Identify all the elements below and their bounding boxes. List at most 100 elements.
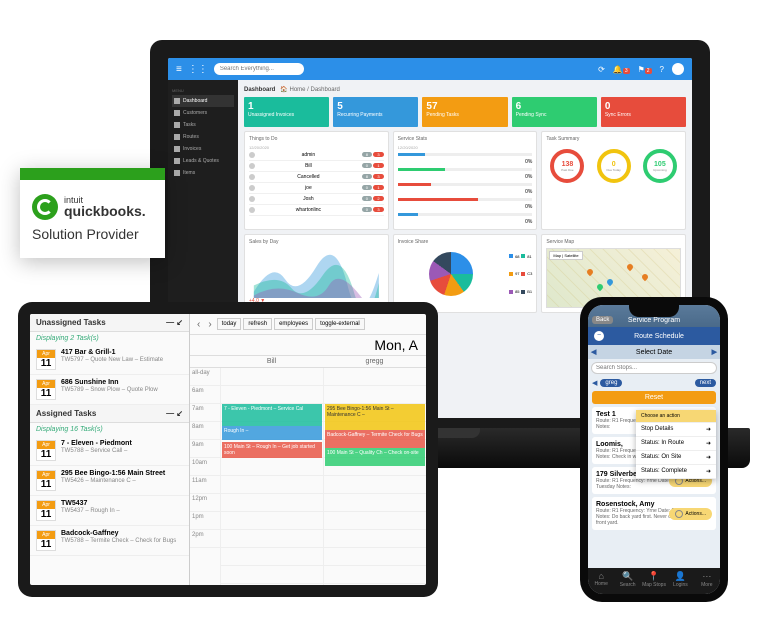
route-icon — [174, 134, 180, 140]
panel-title: Service Stats — [398, 136, 533, 142]
task-item[interactable]: Apr11295 Bee Bingo-1:56 Main StreetTW542… — [30, 466, 189, 496]
menu-item-onsite[interactable]: Status: On Site➜ — [636, 451, 716, 465]
back-button[interactable]: Back — [592, 316, 613, 324]
next-icon[interactable]: › — [205, 319, 214, 330]
mobile-nav: ⌂Home 🔍Search 📍Map Stops 👤Logins ⋯More — [588, 568, 720, 594]
menu-item-inroute[interactable]: Status: In Route➜ — [636, 437, 716, 451]
event[interactable]: 295 Bee Bingo-1:56 Main St – Maintenance… — [325, 404, 425, 430]
next-date-icon[interactable]: ▶ — [712, 348, 717, 356]
grid-icon[interactable]: ⋮⋮ — [188, 64, 208, 75]
ring-past-due[interactable]: 138Past Due — [550, 149, 584, 183]
next-chip[interactable]: next — [695, 379, 716, 387]
kpi-unassigned[interactable]: 1Unassigned Invoices — [244, 97, 329, 127]
chip-prev-icon[interactable]: ◀ — [592, 379, 597, 387]
calendar-screen: Unassigned Tasks— ↙ Displaying 2 Task(s)… — [30, 314, 426, 585]
nav-map[interactable]: 📍Map Stops — [641, 568, 667, 594]
event[interactable]: Rough In – — [222, 426, 322, 440]
mobile-screen: Back Service Program − Route Schedule ◀ … — [588, 305, 720, 594]
menu-icon[interactable]: ≡ — [176, 64, 182, 75]
sync-icon[interactable]: ⟳ — [598, 65, 605, 74]
panel-stats: Service Stats 12/20/2020 0% 0% 0% 0% 0% — [393, 131, 538, 230]
phone-frame: Back Service Program − Route Schedule ◀ … — [580, 297, 728, 602]
nav-search[interactable]: 🔍Search — [614, 568, 640, 594]
todo-row[interactable]: admin8 3 — [249, 150, 384, 161]
todo-row[interactable]: whartonlinc0 3 — [249, 205, 384, 216]
flag-icon[interactable]: ⚑2 — [638, 65, 652, 74]
panel-date: 12/20/2020 — [398, 145, 533, 150]
date-picker-row[interactable]: ◀ Select Date ▶ — [588, 345, 720, 359]
task-item[interactable]: Apr11TW5437TW5437 – Rough In – — [30, 496, 189, 526]
kpi-sync-errors[interactable]: 0Sync Errors — [601, 97, 686, 127]
sidebar-item-customers[interactable]: Customers — [172, 107, 234, 119]
sidebar-item-dashboard[interactable]: Dashboard — [172, 95, 234, 107]
event[interactable]: 100 Main St – Quality Ch – Check on-site — [325, 448, 425, 466]
event[interactable]: 100 Main St – Rough In – Get job started… — [222, 442, 322, 458]
employee-chip[interactable]: greg — [600, 379, 622, 387]
task-sidebar: Unassigned Tasks— ↙ Displaying 2 Task(s)… — [30, 314, 190, 585]
todo-row[interactable]: Josh0 2 — [249, 194, 384, 205]
panel-title: Invoice Share — [398, 239, 533, 245]
menu-header: Choose an action — [636, 410, 716, 423]
stop-item[interactable]: Rosenstock, AmyRoute: R1 Frequency: Yrne… — [592, 497, 716, 530]
nav-home[interactable]: ⌂Home — [588, 568, 614, 594]
tag-icon — [174, 170, 180, 176]
calendar-toolbar: ‹ › today refresh employees toggle-exter… — [190, 314, 426, 335]
employees-button[interactable]: employees — [274, 318, 313, 330]
map-type-tabs[interactable]: Map | Satellite — [549, 251, 582, 260]
calendar-date: Mon, A — [190, 335, 426, 355]
ring-upcoming[interactable]: 105Upcoming — [643, 149, 677, 183]
hour-labels: all-day6am7am8am9am10am11am12pm1pm2pm — [190, 368, 220, 585]
stop-search-input[interactable] — [591, 362, 717, 374]
toggle-external-button[interactable]: toggle-external — [315, 318, 365, 330]
calendar-columns-header: Bill gregg — [190, 356, 426, 368]
task-item[interactable]: Apr11Badcock-GaffneyTW5788 – Termite Che… — [30, 526, 189, 556]
event[interactable]: Badcock-Gaffney – Termite Check for Bugs — [325, 430, 425, 448]
kpi-pending-tasks[interactable]: 57Pending Tasks — [422, 97, 507, 127]
menu-item-details[interactable]: Stop Details➜ — [636, 423, 716, 437]
col-gregg: gregg — [323, 356, 426, 367]
nav-logins[interactable]: 👤Logins — [667, 568, 693, 594]
calendar-col-bill[interactable]: 7 - Eleven - Piedmont – Service Cal Roug… — [220, 368, 323, 585]
section-bar[interactable]: − Route Schedule — [588, 327, 720, 345]
sidebar-item-leads[interactable]: Leads & Quotes — [172, 155, 234, 167]
tablet-frame: Unassigned Tasks— ↙ Displaying 2 Task(s)… — [18, 302, 438, 597]
calendar-col-gregg[interactable]: 295 Bee Bingo-1:56 Main St – Maintenance… — [323, 368, 426, 585]
sidebar-item-invoices[interactable]: Invoices — [172, 143, 234, 155]
event[interactable]: 7 - Eleven - Piedmont – Service Cal — [222, 404, 322, 426]
qb-subtitle: Solution Provider — [32, 226, 153, 242]
kpi-recurring[interactable]: 5Recurring Payments — [333, 97, 418, 127]
task-item[interactable]: Apr11417 Bar & Grill-1TW5797 – Quote New… — [30, 345, 189, 375]
prev-date-icon[interactable]: ◀ — [591, 348, 596, 356]
sidebar-item-tasks[interactable]: Tasks — [172, 119, 234, 131]
ring-due-today[interactable]: 0Due Today — [597, 149, 631, 183]
panel-title: Task Summary — [546, 136, 681, 142]
avatar[interactable] — [672, 63, 684, 75]
sidebar-item-items[interactable]: Items — [172, 167, 234, 179]
global-search-input[interactable] — [214, 63, 304, 75]
breadcrumb: Dashboard 🏠 Home / Dashboard — [244, 86, 686, 93]
menu-item-complete[interactable]: Status: Complete➜ — [636, 465, 716, 479]
sidebar-item-routes[interactable]: Routes — [172, 131, 234, 143]
notif-icon[interactable]: 🔔3 — [613, 65, 630, 74]
kpi-pending-sync[interactable]: 6Pending Sync — [512, 97, 597, 127]
todo-row[interactable]: Cancelled8 3 — [249, 172, 384, 183]
kpi-row: 1Unassigned Invoices 5Recurring Payments… — [244, 97, 686, 127]
doc-icon — [174, 146, 180, 152]
sidebar-section: MENU — [172, 88, 234, 93]
prev-icon[interactable]: ‹ — [194, 319, 203, 330]
unassigned-header[interactable]: Unassigned Tasks— ↙ — [30, 314, 189, 332]
collapse-icon[interactable]: − — [594, 331, 604, 341]
todo-row[interactable]: joe0 1 — [249, 183, 384, 194]
quickbooks-badge: intuitquickbooks. Solution Provider — [20, 168, 165, 258]
nav-more[interactable]: ⋯More — [694, 568, 720, 594]
today-button[interactable]: today — [217, 318, 242, 330]
reset-button[interactable]: Reset — [592, 391, 716, 404]
refresh-button[interactable]: refresh — [243, 318, 272, 330]
assigned-header[interactable]: Assigned Tasks— ↙ — [30, 405, 189, 423]
actions-button[interactable]: Actions... — [669, 508, 712, 520]
mobile-title: Service Program — [628, 317, 680, 324]
help-icon[interactable]: ? — [660, 65, 664, 74]
todo-row[interactable]: Bill0 1 — [249, 161, 384, 172]
task-item[interactable]: Apr117 - Eleven - PiedmontTW5788 – Servi… — [30, 436, 189, 466]
task-item[interactable]: Apr11686 Sunshine InnTW5789 – Snow Plow … — [30, 375, 189, 405]
